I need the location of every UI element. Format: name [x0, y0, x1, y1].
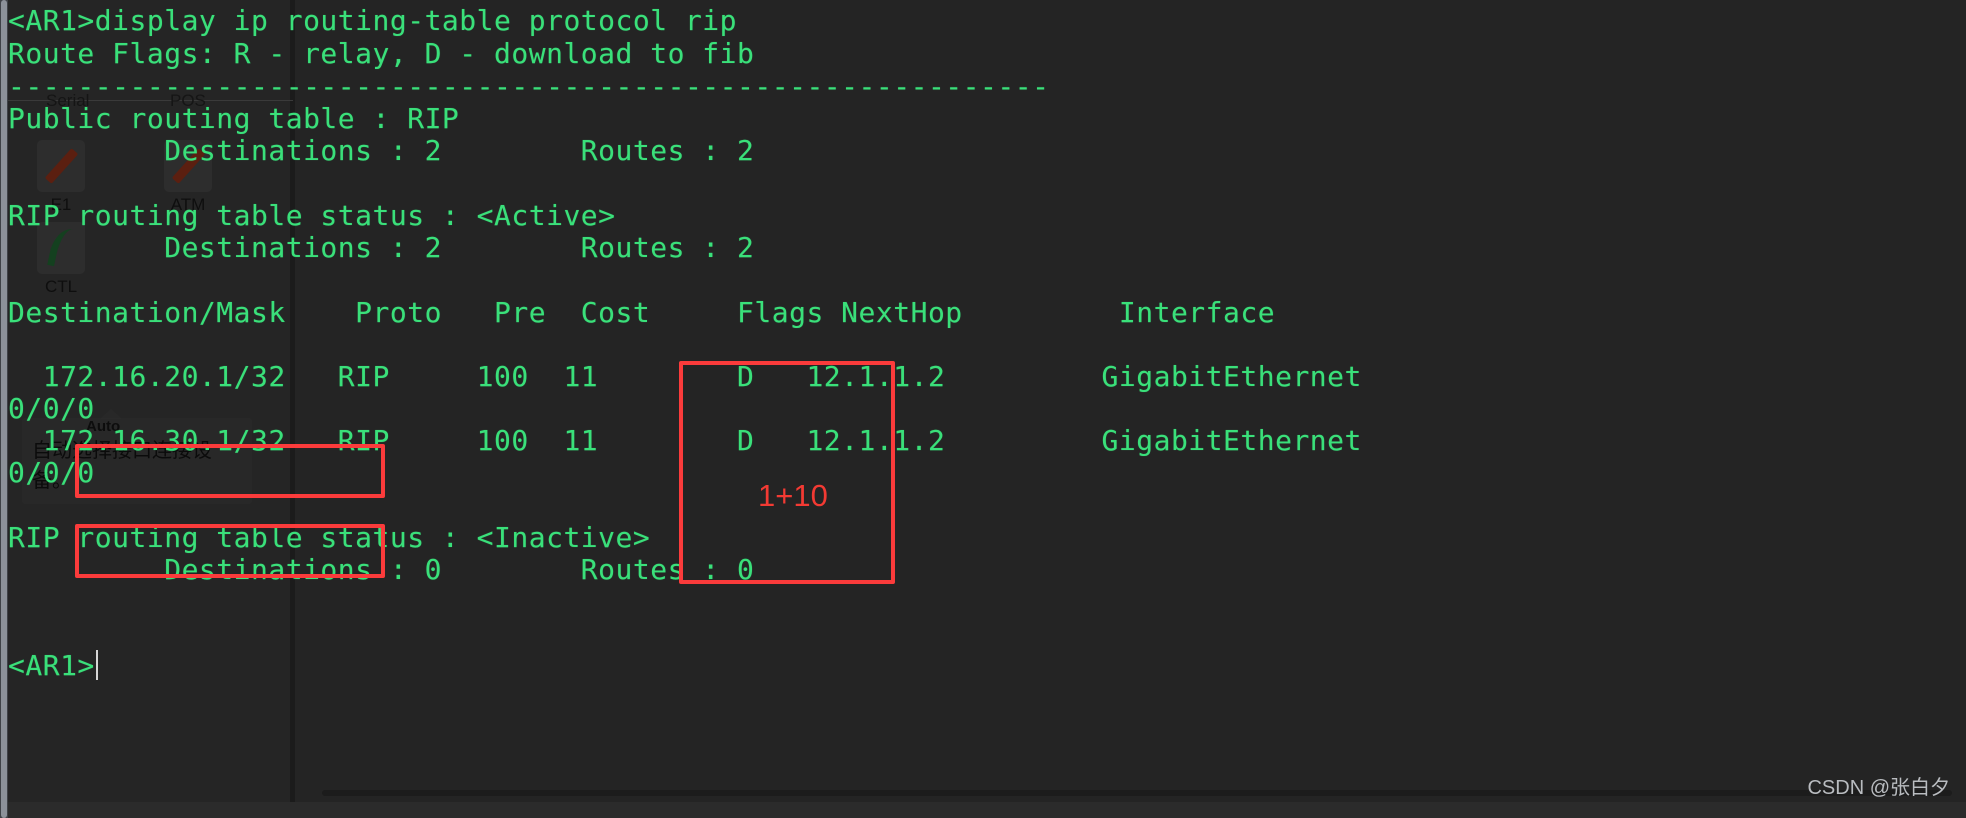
terminal-line-route-2-cont: 0/0/0 — [8, 456, 95, 489]
background-ensp-panel: Serial POS E1 ATM CTL Auto 自动选择接口连接设备。 — [0, 0, 1966, 818]
panel-section-label-pos: POS — [170, 91, 206, 110]
terminal-line-column-headers: Destination/Mask Proto Pre Cost Flags Ne… — [8, 296, 1276, 329]
annotation-overlay: 1+10 — [0, 0, 1966, 818]
terminal-line-public-table: Public routing table : RIP — [8, 102, 460, 135]
terminal-line-inactive-status: RIP routing table status : <Inactive> — [8, 521, 651, 554]
terminal-line-active-status: RIP routing table status : <Active> — [8, 199, 616, 232]
terminal-line-active-counts: Destinations : 2 Routes : 2 — [8, 231, 755, 264]
terminal-line-route-flags: Route Flags: R - relay, D - download to … — [8, 37, 755, 70]
device-label-atm: ATM — [170, 195, 206, 214]
terminal-prompt[interactable]: <AR1> — [8, 649, 98, 682]
ctl-chip-icon — [37, 222, 85, 274]
device-icon-atm[interactable]: ATM — [160, 140, 216, 215]
e1-chip-icon — [37, 140, 85, 192]
prompt-text: <AR1> — [8, 649, 95, 682]
device-panel-surface — [8, 0, 293, 818]
terminal-line-public-counts: Destinations : 2 Routes : 2 — [8, 134, 755, 167]
annotation-box-destination-30 — [75, 524, 385, 578]
vertical-scrollbar[interactable] — [0, 0, 8, 818]
tooltip-title: Auto — [86, 418, 121, 435]
device-icon-ctl[interactable]: CTL — [33, 222, 89, 297]
device-tooltip: Auto 自动选择接口连接设备。 — [22, 409, 252, 504]
terminal-line-route-1-cont: 0/0/0 — [8, 392, 95, 425]
csdn-watermark: CSDN @张白夕 — [1807, 777, 1950, 799]
text-cursor — [95, 650, 98, 680]
terminal-line-separator: ----------------------------------------… — [8, 70, 1050, 103]
terminal-line-route-1: 172.16.20.1/32 RIP 100 11 D 12.1.1.2 Gig… — [8, 360, 1362, 393]
horizontal-scrollbar-track[interactable] — [322, 790, 1952, 796]
annotation-box-cost-column — [679, 361, 895, 584]
panel-section-label-serial: Serial — [46, 91, 90, 110]
device-icon-e1[interactable]: E1 — [33, 140, 89, 215]
annotation-cost-math: 1+10 — [758, 478, 828, 513]
atm-chip-icon — [164, 140, 212, 192]
window-bottom-strip — [0, 802, 1966, 818]
device-label-ctl: CTL — [44, 277, 78, 296]
ensp-terminal-window: Serial POS E1 ATM CTL Auto 自动选择接口连接设备。 P… — [0, 0, 1966, 818]
device-label-e1: E1 — [50, 195, 72, 214]
tooltip-arrow-icon — [100, 409, 122, 419]
terminal-line-inactive-counts: Destinations : 0 Routes : 0 — [8, 553, 755, 586]
annotation-box-destination-20 — [75, 444, 385, 498]
terminal-output: Public routing table : RIP <AR1>display … — [0, 0, 1966, 818]
terminal-line-route-2: 172.16.30.1/32 RIP 100 11 D 12.1.1.2 Gig… — [8, 424, 1362, 457]
panel-vertical-divider — [290, 0, 295, 818]
panel-separator-line — [8, 100, 293, 101]
vertical-scrollbar-thumb[interactable] — [1, 0, 7, 818]
terminal-line-command: <AR1>display ip routing-table protocol r… — [8, 4, 738, 37]
horizontal-scrollbar[interactable] — [322, 790, 1952, 796]
tooltip-body: 自动选择接口连接设备。 — [32, 440, 212, 492]
